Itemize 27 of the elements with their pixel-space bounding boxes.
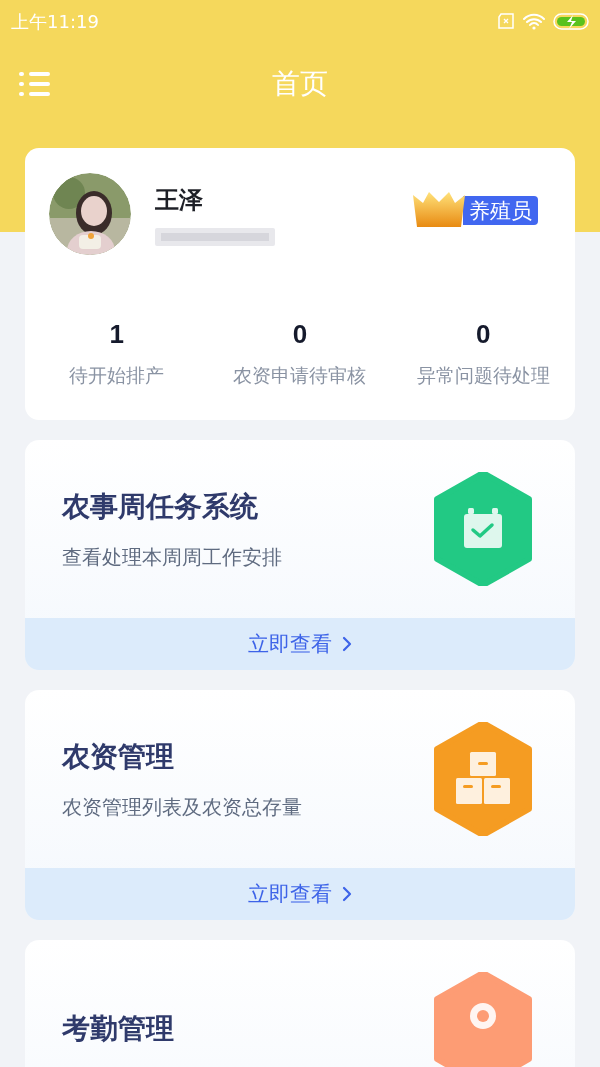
status-time: 上午11:19 — [11, 9, 99, 34]
no-sim-icon — [497, 13, 515, 29]
module-card[interactable]: 考勤管理 — [25, 940, 575, 1067]
user-name: 王泽 — [155, 185, 204, 215]
stat-value: 0 — [476, 318, 491, 351]
battery-icon — [553, 12, 589, 30]
module-card[interactable]: 农资管理 农资管理列表及农资总存量 立即查看 — [25, 690, 575, 920]
menu-icon[interactable] — [19, 71, 50, 97]
role-badge: 养殖员 — [463, 195, 538, 225]
stat-value: 1 — [109, 318, 124, 351]
view-now-button[interactable]: 立即查看 — [25, 868, 575, 920]
module-title: 考勤管理 — [62, 1012, 174, 1046]
chevron-right-icon — [342, 886, 352, 902]
module-title: 农事周任务系统 — [62, 490, 259, 524]
crown-icon — [411, 191, 467, 229]
module-title: 农资管理 — [62, 740, 175, 774]
page-title: 首页 — [272, 67, 328, 101]
stat-label: 待开始排产 — [69, 364, 165, 388]
module-description: 农资管理列表及农资总存量 — [62, 795, 302, 820]
wifi-icon — [523, 12, 545, 30]
stat-label: 农资申请待审核 — [233, 364, 367, 388]
view-now-button[interactable]: 立即查看 — [25, 618, 575, 670]
stat-value: 0 — [292, 318, 308, 351]
module-description: 查看处理本周周工作安排 — [62, 545, 282, 570]
module-card[interactable]: 农事周任务系统 查看处理本周周工作安排 立即查看 — [25, 440, 575, 670]
stat-label: 异常问题待处理 — [416, 364, 550, 388]
chevron-right-icon — [342, 636, 352, 652]
